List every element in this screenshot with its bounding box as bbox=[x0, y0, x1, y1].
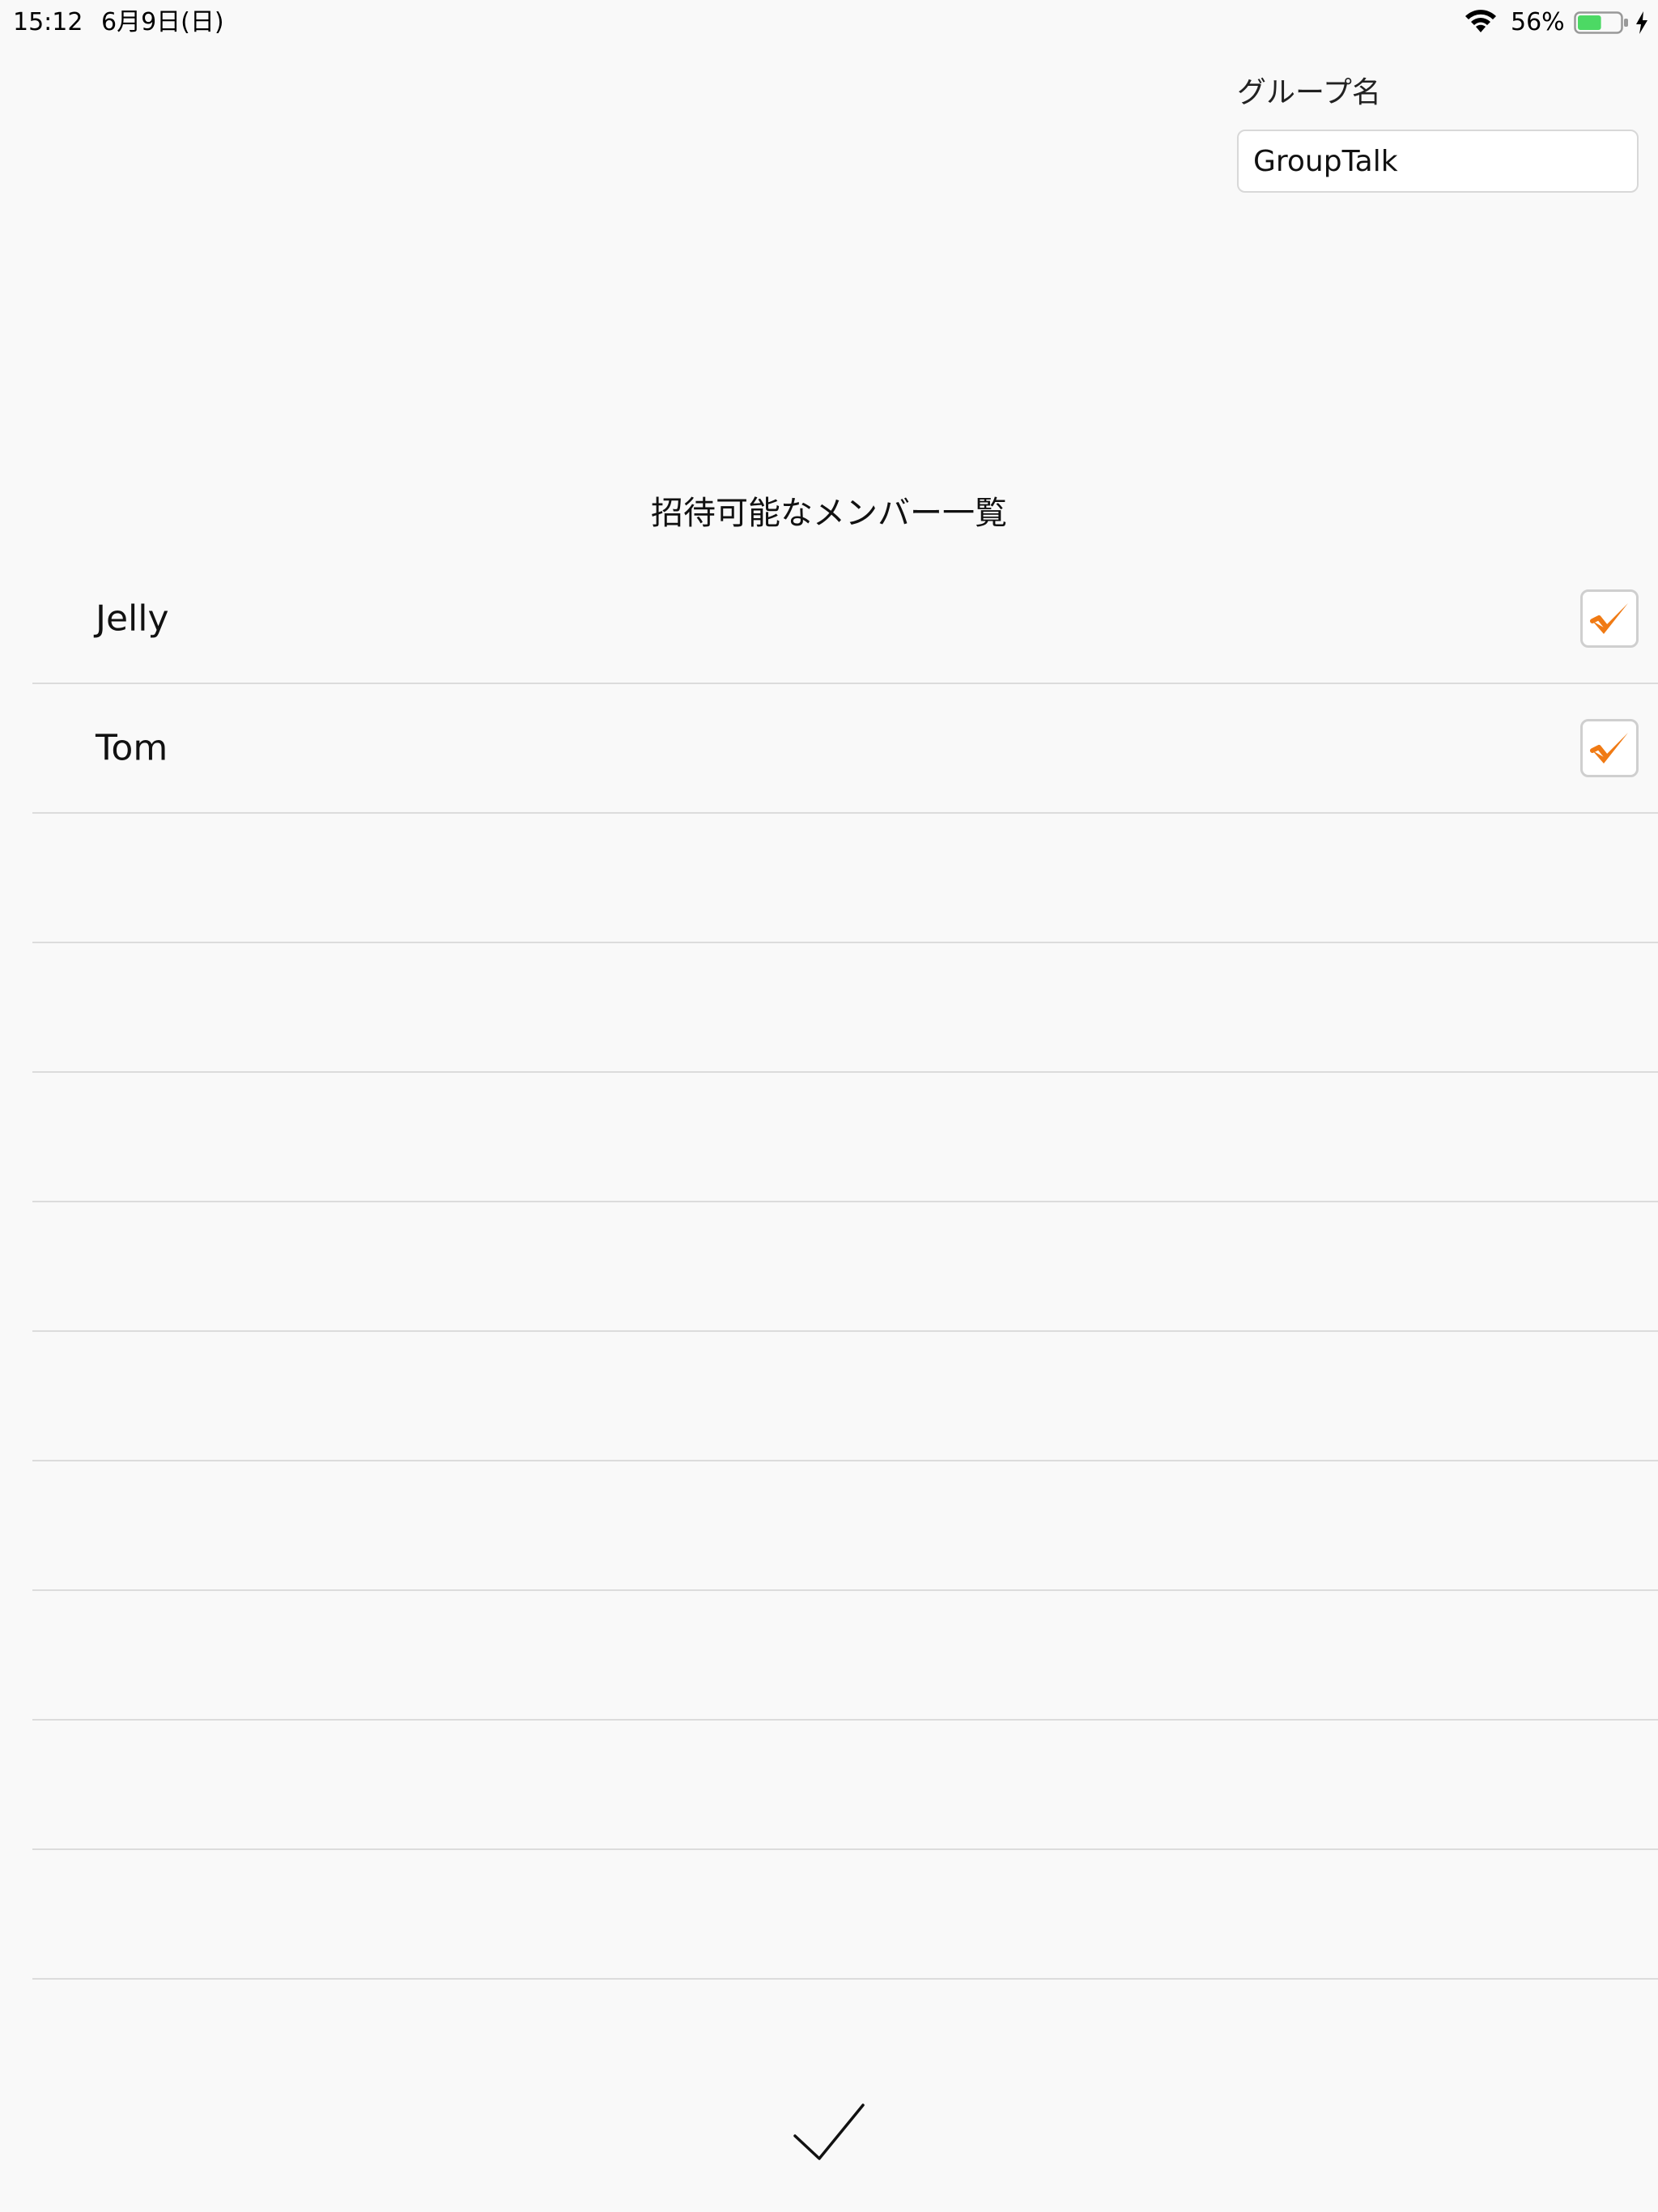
member-checkbox[interactable] bbox=[1580, 719, 1639, 777]
member-checkbox[interactable] bbox=[1580, 589, 1639, 648]
empty-row bbox=[32, 1073, 1658, 1202]
battery-percent: 56% bbox=[1511, 8, 1565, 36]
empty-row bbox=[32, 1591, 1658, 1721]
checkmark-icon bbox=[793, 2104, 865, 2160]
charging-icon bbox=[1636, 11, 1647, 34]
member-row[interactable]: Jelly bbox=[32, 555, 1658, 684]
empty-row bbox=[32, 1332, 1658, 1461]
status-bar: 15:12 6月9日(日) 56% bbox=[0, 0, 1658, 45]
member-row[interactable]: Tom bbox=[32, 684, 1658, 814]
status-date: 6月9日(日) bbox=[101, 8, 224, 36]
empty-row bbox=[32, 814, 1658, 943]
done-button[interactable] bbox=[789, 2097, 869, 2170]
member-list-title: 招待可能なメンバー一覧 bbox=[651, 495, 1007, 532]
empty-row bbox=[32, 1461, 1658, 1591]
battery-icon bbox=[1574, 11, 1628, 34]
empty-row bbox=[32, 943, 1658, 1073]
wifi-icon bbox=[1465, 10, 1496, 32]
status-time: 15:12 bbox=[13, 8, 83, 36]
check-icon bbox=[1590, 603, 1628, 634]
group-name-label: グループ名 bbox=[1237, 76, 1381, 109]
member-list: Jelly Tom bbox=[32, 555, 1658, 1980]
empty-row bbox=[32, 1721, 1658, 1850]
group-name-input[interactable] bbox=[1237, 130, 1639, 193]
member-name: Tom bbox=[96, 727, 168, 769]
empty-row bbox=[32, 1202, 1658, 1332]
empty-row bbox=[32, 1850, 1658, 1980]
member-name: Jelly bbox=[96, 598, 169, 640]
check-icon bbox=[1590, 733, 1628, 764]
